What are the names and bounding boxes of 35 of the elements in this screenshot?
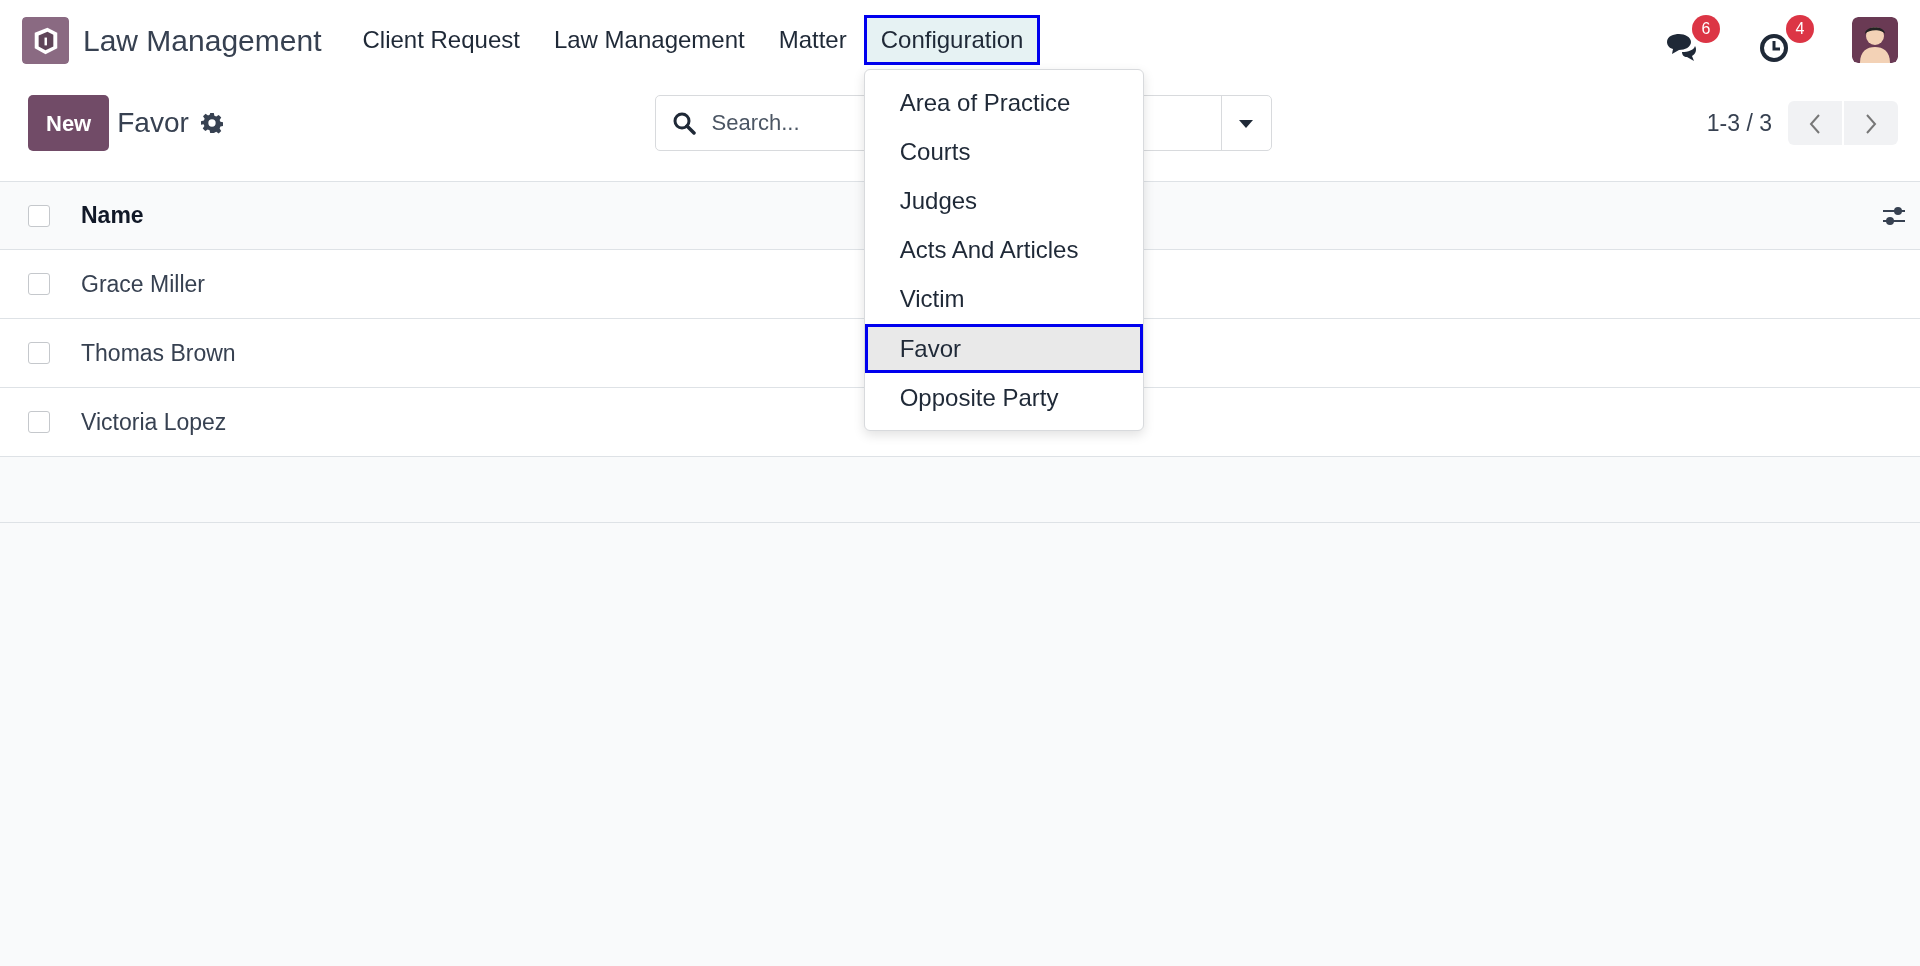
app-logo-icon xyxy=(22,16,69,64)
row-checkbox[interactable] xyxy=(28,273,50,295)
count-badge: 6 xyxy=(1692,15,1720,43)
dropdown-item[interactable]: Acts And Articles xyxy=(864,225,1143,275)
dropdown-item[interactable]: Favor xyxy=(864,323,1143,373)
row-checkbox[interactable] xyxy=(28,411,50,433)
chevron-right-icon xyxy=(1865,113,1877,134)
menu-item[interactable]: Law Management xyxy=(536,15,762,65)
dropdown-item[interactable]: Opposite Party xyxy=(864,372,1143,422)
menu-item[interactable]: Configuration xyxy=(863,15,1041,65)
menu-item[interactable]: Client Request xyxy=(345,15,537,65)
gear-icon xyxy=(200,112,223,134)
chevron-left-icon xyxy=(1809,113,1821,134)
activities-button[interactable]: 4 xyxy=(1758,15,1814,65)
table-cell-text: Victoria Lopez xyxy=(81,407,227,437)
page-title: Favor xyxy=(117,106,189,140)
user-avatar xyxy=(1852,17,1898,63)
menu-item[interactable]: Matter xyxy=(761,15,864,65)
search-icon xyxy=(671,111,696,135)
table-cell-text: Grace Miller xyxy=(81,269,205,299)
next-button[interactable] xyxy=(1844,101,1898,145)
sliders-icon xyxy=(1882,204,1906,227)
caret-icon xyxy=(1239,119,1253,128)
row-checkbox[interactable] xyxy=(28,342,50,364)
select-all-checkbox[interactable] xyxy=(28,204,50,227)
app-name: Law Management xyxy=(83,22,322,59)
new-button[interactable]: New xyxy=(28,95,110,151)
count-badge: 4 xyxy=(1786,15,1814,43)
previous-button[interactable] xyxy=(1788,101,1842,145)
pager-value: 1-3 / 3 xyxy=(1706,108,1772,138)
dropdown-item[interactable]: Judges xyxy=(864,175,1143,226)
dropdown-item[interactable]: Victim xyxy=(864,274,1143,324)
table-cell-text: Thomas Brown xyxy=(81,338,236,368)
column-header[interactable]: Name xyxy=(81,198,144,233)
messages-button[interactable]: 6 xyxy=(1664,15,1720,65)
